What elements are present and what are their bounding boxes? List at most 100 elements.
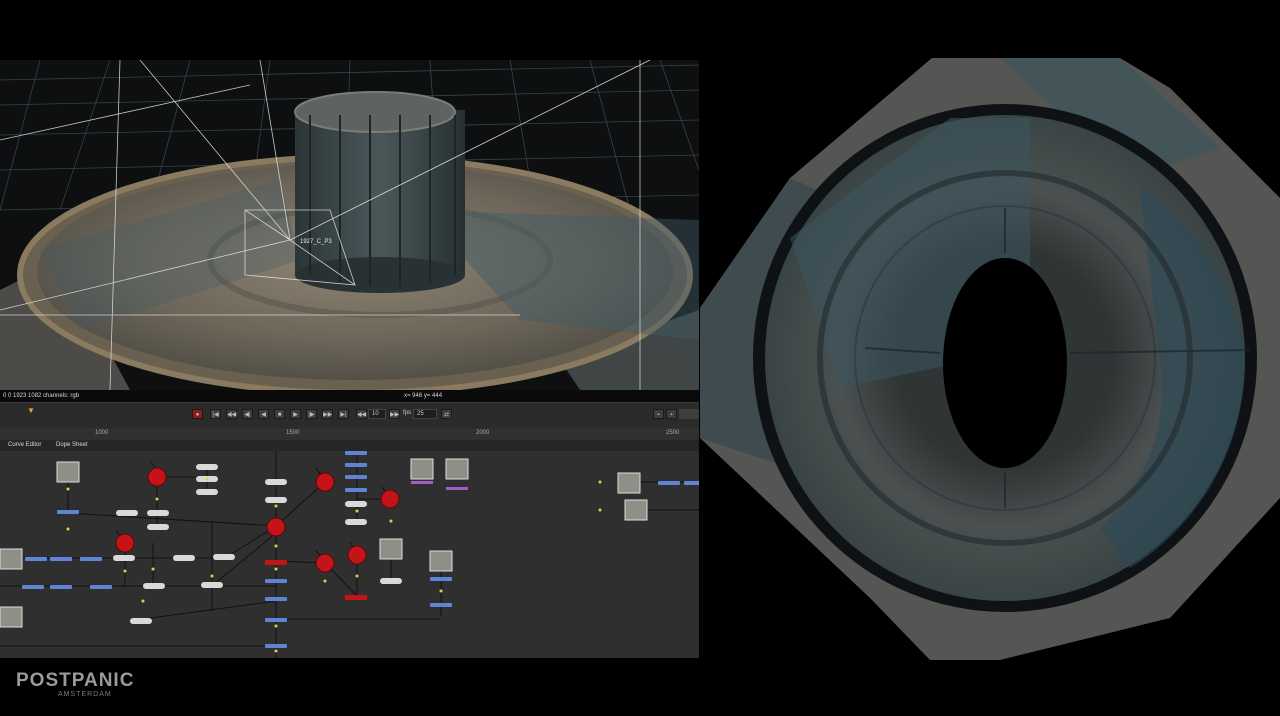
blue-node[interactable] [265,618,287,622]
connection-dot[interactable] [274,504,278,508]
step-back-button[interactable]: ◀| [242,409,253,419]
connection-dot[interactable] [323,579,327,583]
blue-node[interactable] [684,481,699,485]
blue-node[interactable] [22,585,44,589]
merge-node[interactable] [315,553,335,573]
panel-options-button[interactable]: ▪ [653,409,664,419]
connection-dot[interactable] [66,527,70,531]
loop-toggle-button[interactable]: ⇄ [441,409,452,419]
white-node[interactable] [147,524,169,530]
read-node-thumbnail[interactable] [429,550,453,572]
write-node[interactable] [345,595,367,600]
skip-forward-button[interactable]: ▶▶ [389,409,400,419]
next-keyframe-button[interactable]: ▶▶ [322,409,333,419]
blue-node[interactable] [80,557,102,561]
connection-dot[interactable] [274,567,278,571]
blue-node[interactable] [430,603,452,607]
connection-dot[interactable] [205,477,209,481]
blue-node[interactable] [57,510,79,514]
connection-dot[interactable] [355,509,359,513]
step-forward-button[interactable]: |▶ [306,409,317,419]
prev-keyframe-button[interactable]: ◀◀ [226,409,237,419]
read-node-thumbnail[interactable] [445,458,469,480]
merge-node[interactable] [147,467,167,487]
write-node[interactable] [265,560,287,565]
skip-back-button[interactable]: ◀◀ [356,409,367,419]
merge-node[interactable] [115,533,135,553]
blue-node[interactable] [265,597,287,601]
connection-dot[interactable] [141,599,145,603]
connection-dot[interactable] [274,624,278,628]
node-graph[interactable] [0,451,699,658]
fps-field[interactable]: 25 [413,409,437,419]
blue-node[interactable] [50,585,72,589]
frame-increment-field[interactable]: 10 [368,409,386,419]
connection-dot[interactable] [66,487,70,491]
read-node-thumbnail[interactable] [0,548,23,570]
play-backward-button[interactable]: ◀ [258,409,269,419]
blue-node[interactable] [90,585,112,589]
white-node[interactable] [143,583,165,589]
blue-node[interactable] [345,451,367,455]
3d-viewport[interactable]: 1927_C_P3 1923x1082 [0,60,699,390]
connection-dot[interactable] [123,569,127,573]
merge-node[interactable] [347,545,367,565]
read-node-thumbnail[interactable] [624,499,648,521]
read-node-thumbnail[interactable] [379,538,403,560]
connection-dot[interactable] [598,480,602,484]
panel-float-button[interactable]: ▪ [666,409,677,419]
white-node[interactable] [345,501,367,507]
read-node-thumbnail[interactable] [56,461,80,483]
connection-dot[interactable] [155,497,159,501]
blue-node[interactable] [430,577,452,581]
connection-dot[interactable] [598,508,602,512]
connection-dot[interactable] [210,574,214,578]
merge-node[interactable] [266,517,286,537]
blue-node[interactable] [658,481,680,485]
blue-node[interactable] [345,463,367,467]
merge-node[interactable] [315,472,335,492]
white-node[interactable] [116,510,138,516]
blue-node[interactable] [265,579,287,583]
connection-dot[interactable] [151,567,155,571]
first-frame-button[interactable]: |◀ [210,409,221,419]
play-forward-button[interactable]: ▶ [290,409,301,419]
record-button[interactable]: ● [192,409,203,419]
white-node[interactable] [173,555,195,561]
connection-dot[interactable] [355,574,359,578]
read-node-thumbnail[interactable] [410,458,434,480]
blue-node[interactable] [345,488,367,492]
stop-button[interactable]: ■ [274,409,285,419]
connection-dot[interactable] [274,544,278,548]
purple-node[interactable] [446,487,468,490]
ruler-tick: 2500 [666,430,680,436]
connection-dot[interactable] [389,519,393,523]
white-node[interactable] [147,510,169,516]
read-node-thumbnail[interactable] [0,606,23,628]
blue-node[interactable] [50,557,72,561]
white-node[interactable] [213,554,235,560]
blue-node[interactable] [345,475,367,479]
connection-dot[interactable] [274,649,278,653]
blue-node[interactable] [25,557,47,561]
white-node[interactable] [380,578,402,584]
read-node-thumbnail[interactable] [617,472,641,494]
white-node[interactable] [201,582,223,588]
playhead-marker-icon[interactable]: ▼ [27,407,35,415]
white-node[interactable] [345,519,367,525]
white-node[interactable] [265,497,287,503]
purple-node[interactable] [411,481,433,484]
white-node[interactable] [265,479,287,485]
top-down-view[interactable] [700,58,1280,660]
white-node[interactable] [130,618,152,624]
white-node[interactable] [196,489,218,495]
white-node[interactable] [196,464,218,470]
last-frame-button[interactable]: ▶| [338,409,349,419]
merge-node[interactable] [380,489,400,509]
tab-curve-editor[interactable]: Curve Editor [4,441,45,450]
white-node[interactable] [113,555,135,561]
blue-node[interactable] [265,644,287,648]
panel-scroll-area[interactable] [679,409,699,419]
connection-dot[interactable] [439,589,443,593]
tab-dope-sheet[interactable]: Dope Sheet [52,441,92,450]
